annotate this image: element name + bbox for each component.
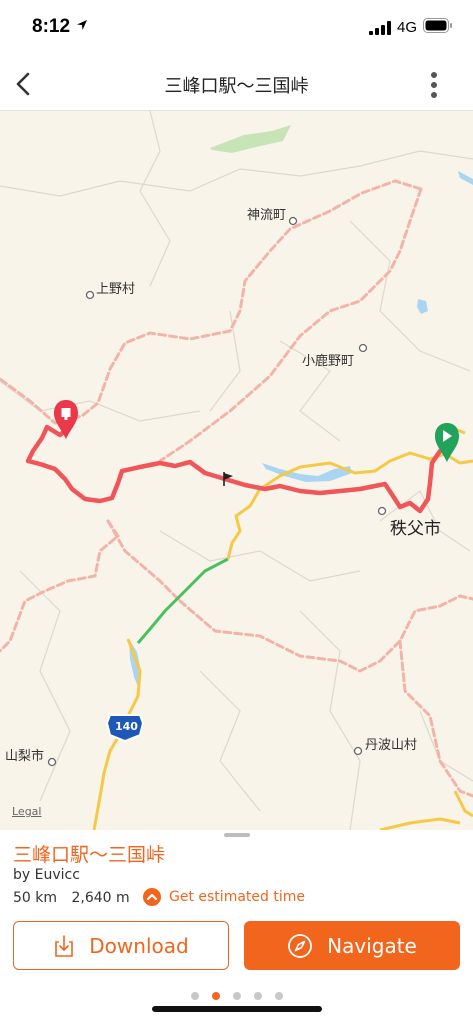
page-dot-4[interactable] xyxy=(254,992,262,1000)
compass-icon xyxy=(288,933,313,958)
municipal-borders xyxy=(0,111,473,830)
vertical-ellipsis-icon xyxy=(431,72,437,98)
page-dot-3[interactable] xyxy=(233,992,241,1000)
page-title: 三峰口駅〜三国峠 xyxy=(164,76,309,97)
page-indicator xyxy=(191,992,296,1000)
get-estimated-time-button[interactable]: Get estimated time xyxy=(143,888,305,906)
more-options-button[interactable] xyxy=(416,64,452,104)
chevron-up-circle-icon xyxy=(143,888,161,906)
navigate-button[interactable]: Navigate xyxy=(244,921,460,970)
download-label: Download xyxy=(89,933,189,958)
download-icon xyxy=(55,934,74,957)
pond xyxy=(417,299,428,314)
navigate-label: Navigate xyxy=(327,933,417,958)
map-label-ogano: 小鹿野町 xyxy=(302,354,355,369)
route-author: by Euvicc xyxy=(13,867,80,883)
route-shield-number: 140 xyxy=(115,720,138,733)
route-stats: 50 km 2,640 m xyxy=(13,890,130,906)
sheet-grabber[interactable] xyxy=(224,833,250,837)
status-bar: 8:12 4G xyxy=(0,0,473,58)
page-dot-1[interactable] xyxy=(191,992,199,1000)
map-label-kanna: 神流町 xyxy=(247,208,287,223)
map-label-chichibu: 秩父市 xyxy=(390,519,441,539)
page-dot-5[interactable] xyxy=(275,992,283,1000)
home-indicator[interactable] xyxy=(152,1006,322,1012)
network-type: 4G xyxy=(397,19,418,36)
route-distance: 50 km xyxy=(13,890,58,906)
route-title: 三峰口駅〜三国峠 xyxy=(13,844,166,866)
route-map[interactable]: 神流町 上野村 小鹿野町 秩父市 山梨市 丹波山村 140 Legal xyxy=(0,111,473,830)
river-east xyxy=(458,171,473,185)
park-area xyxy=(210,125,291,153)
map-label-tabayama: 丹波山村 xyxy=(365,738,418,753)
page-dot-2[interactable] xyxy=(212,992,220,1000)
map-canvas xyxy=(0,111,473,830)
battery-icon xyxy=(423,18,452,33)
map-label-yamanashi: 山梨市 xyxy=(5,749,45,764)
navigation-bar: 三峰口駅〜三国峠 xyxy=(0,58,473,111)
signal-bars-icon xyxy=(369,21,391,35)
route-details-sheet: 三峰口駅〜三国峠 by Euvicc 50 km 2,640 m Get est… xyxy=(0,830,473,1024)
route-path xyxy=(25,424,450,514)
location-arrow-icon xyxy=(77,20,87,30)
back-button[interactable] xyxy=(6,64,46,104)
legal-link[interactable]: Legal xyxy=(12,805,41,818)
get-estimated-time-label: Get estimated time xyxy=(169,889,305,905)
chevron-left-icon xyxy=(16,72,30,96)
route-elevation: 2,640 m xyxy=(71,890,130,906)
download-button[interactable]: Download xyxy=(13,921,229,970)
status-time: 8:12 xyxy=(32,16,71,37)
map-label-ueno: 上野村 xyxy=(96,282,136,297)
